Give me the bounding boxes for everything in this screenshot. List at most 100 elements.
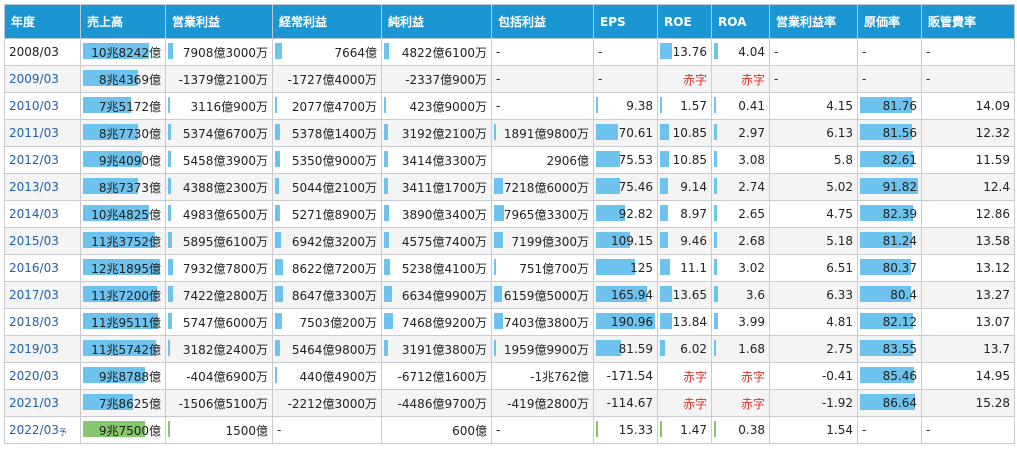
col-header-roa[interactable]: ROA [711,4,770,39]
value-cell: -171.54 [593,362,658,390]
year-cell[interactable]: 2011/03 [4,119,81,147]
year-cell[interactable]: 2017/03 [4,281,81,309]
value-bar [660,340,666,356]
year-link[interactable]: 2011/03 [9,126,59,140]
year-link[interactable]: 2018/03 [9,315,59,329]
col-header-comprehensive-income[interactable]: 包括利益 [491,4,594,39]
value-text: 3414億3300万 [401,153,487,168]
value-cell: 5378億1400万 [272,119,382,147]
value-text: 751億700万 [519,261,589,276]
value-bar [494,205,504,221]
year-link[interactable]: 2020/03 [9,369,59,383]
value-text: 赤字 [740,369,765,384]
col-header-roe[interactable]: ROE [657,4,712,39]
value-text: 赤字 [740,396,765,411]
table-row: 2013/03 8兆7373億 4388億2300万 5044億2100万 3411億1… [4,173,1015,201]
value-text: - [926,45,931,59]
value-text: 5.18 [826,234,853,248]
year-link[interactable]: 2021/03 [9,396,59,410]
year-link[interactable]: 2015/03 [9,234,59,248]
year-link[interactable]: 2009/03 [9,72,59,86]
year-cell[interactable]: 2009/03 [4,65,81,93]
value-bar [494,124,496,140]
year-cell[interactable]: 2014/03 [4,200,81,228]
col-header-sga-ratio[interactable]: 販管費率 [921,4,1015,39]
value-text: -1727億4000万 [287,72,377,87]
value-text: 13.07 [975,315,1010,329]
value-text: 5.8 [833,153,853,167]
year-link[interactable]: 2016/03 [9,261,59,275]
value-cell: - [857,38,922,66]
year-cell[interactable]: 2019/03 [4,335,81,363]
value-text: -1.92 [821,396,853,410]
col-header-cost-ratio[interactable]: 原価率 [857,4,922,39]
year-cell[interactable]: 2013/03 [4,173,81,201]
year-link[interactable]: 2017/03 [9,288,59,302]
value-bar [384,340,389,356]
value-cell: - [769,38,858,66]
value-text: 8622億7200万 [291,261,377,276]
col-header-year[interactable]: 年度 [4,4,81,39]
value-cell: 6.02 [657,335,712,363]
col-header-net-profit[interactable]: 純利益 [381,4,492,39]
year-cell[interactable]: 2015/03 [4,227,81,255]
value-cell: 70.61 [593,119,658,147]
year-link[interactable]: 2014/03 [9,207,59,221]
value-cell: 12兆1895億 [80,254,166,282]
year-cell[interactable]: 2012/03 [4,146,81,174]
col-header-ordinary-profit[interactable]: 経常利益 [272,4,382,39]
value-bar [384,178,389,194]
value-cell: 7兆5172億 [80,92,166,120]
value-text: -1506億5100万 [178,396,268,411]
value-text: 1959億9900万 [503,342,589,357]
value-bar [384,313,394,329]
value-cell: 9兆4090億 [80,146,166,174]
value-text: 6159億5000万 [503,288,589,303]
value-cell: 5238億4100万 [381,254,492,282]
value-text: -0.41 [821,369,853,383]
value-cell: 7503億200万 [272,308,382,336]
value-cell: 3192億2100万 [381,119,492,147]
year-cell[interactable]: 2022/03予 [4,416,81,444]
value-cell: - [769,65,858,93]
value-cell: 3.6 [711,281,770,309]
value-text: 2077億4700万 [291,99,377,114]
value-text: 0.38 [738,423,765,437]
value-bar [168,124,172,140]
col-header-sales[interactable]: 売上高 [80,4,166,39]
year-cell[interactable]: 2018/03 [4,308,81,336]
value-cell: -1.92 [769,389,858,417]
value-cell: 7403億3800万 [491,308,594,336]
value-text: 0.41 [738,99,765,113]
value-text: 82.12 [882,315,917,329]
value-text: 7932億7800万 [182,261,268,276]
value-cell: 1500億 [165,416,273,444]
value-text: 9.38 [626,99,653,113]
value-cell: 15.33 [593,416,658,444]
value-cell: 125 [593,254,658,282]
col-header-eps[interactable]: EPS [593,4,658,39]
year-cell[interactable]: 2021/03 [4,389,81,417]
year-link[interactable]: 2013/03 [9,180,59,194]
value-cell: 7422億2800万 [165,281,273,309]
year-cell[interactable]: 2010/03 [4,92,81,120]
year-link[interactable]: 2022/03 [9,423,59,437]
year-link[interactable]: 2012/03 [9,153,59,167]
value-cell: 2906億 [491,146,594,174]
value-text: 11兆7200億 [91,288,161,303]
value-bar [168,151,172,167]
year-cell[interactable]: 2020/03 [4,362,81,390]
value-cell: 11.59 [921,146,1015,174]
year-link[interactable]: 2010/03 [9,99,59,113]
value-cell: 2.65 [711,200,770,228]
col-header-operating-profit[interactable]: 営業利益 [165,4,273,39]
value-text: 13.27 [975,288,1010,302]
value-text: 6.33 [826,288,853,302]
col-header-operating-margin[interactable]: 営業利益率 [769,4,858,39]
value-bar [596,340,622,356]
year-link[interactable]: 2019/03 [9,342,59,356]
value-cell: 8兆7730億 [80,119,166,147]
year-cell[interactable]: 2016/03 [4,254,81,282]
value-text: 80.37 [882,261,917,275]
value-cell: 751億700万 [491,254,594,282]
